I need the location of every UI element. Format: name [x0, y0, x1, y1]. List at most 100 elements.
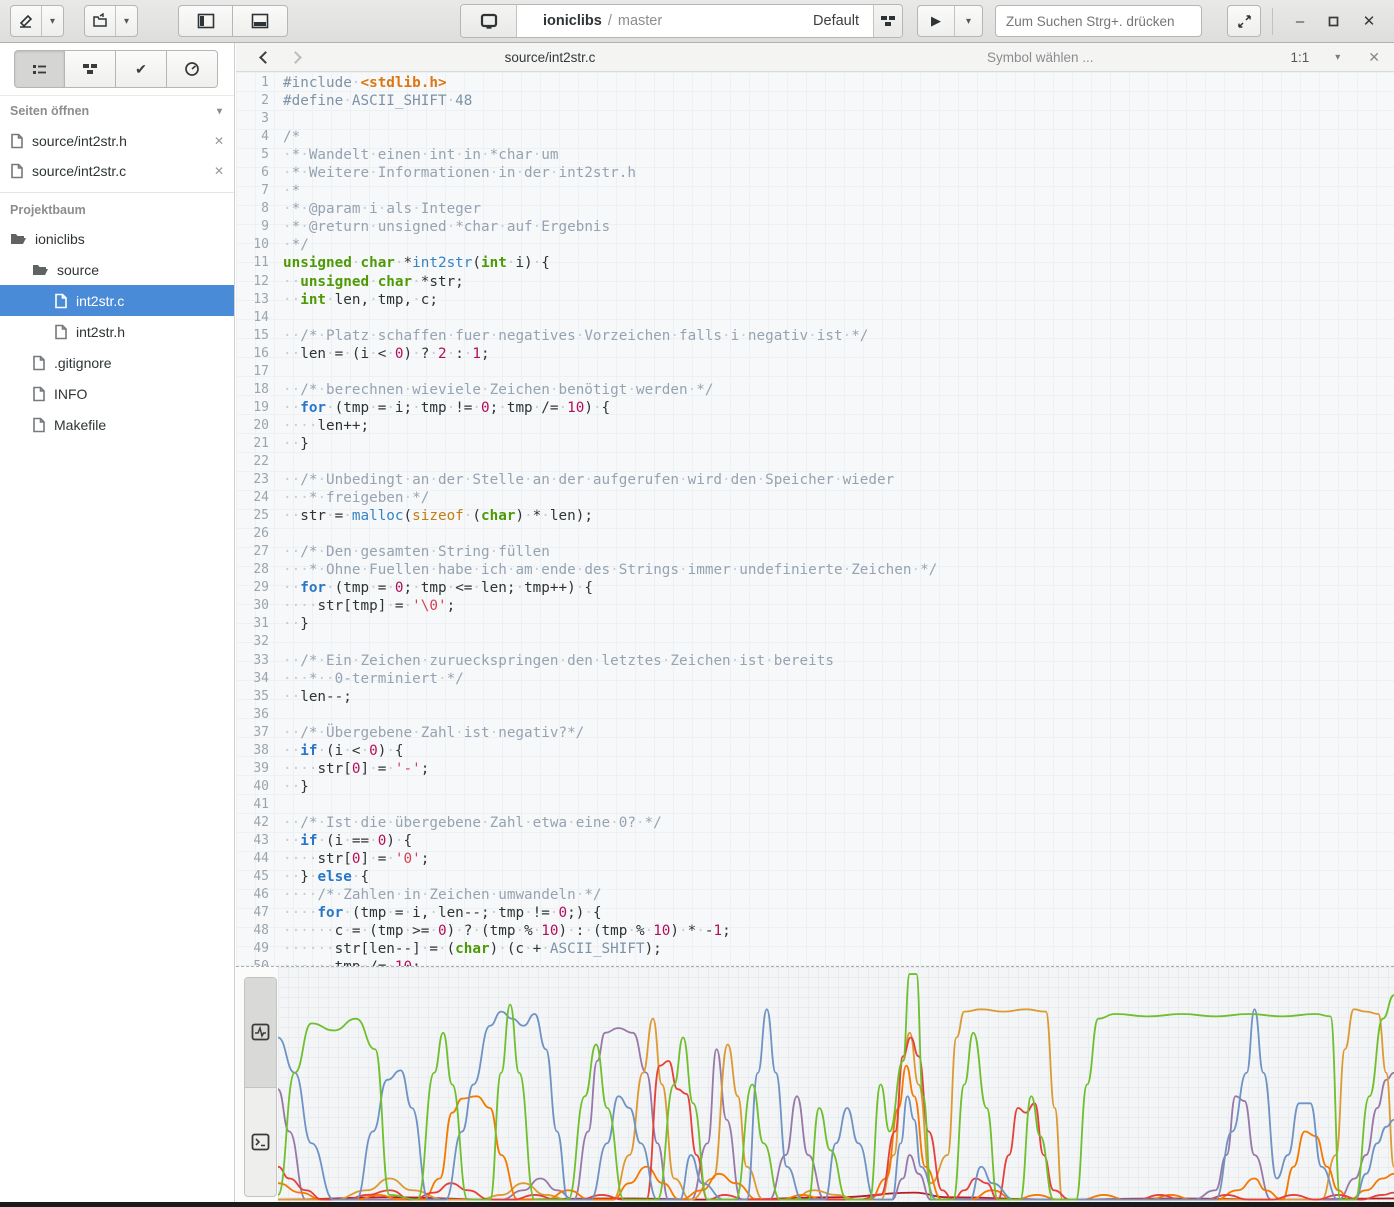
- window-maximize-button[interactable]: [1316, 5, 1350, 37]
- open-pages-header[interactable]: Seiten öffnen ▾: [0, 96, 234, 126]
- code-line: 50······tmp·/=·10;: [236, 958, 1394, 966]
- line-number: 6: [236, 164, 274, 182]
- code-line: 39····str[0]·=·'-';: [236, 760, 1394, 778]
- sidebar-tab-build[interactable]: [65, 50, 116, 88]
- line-number: 32: [236, 633, 274, 651]
- code-line: 35··len--;: [236, 688, 1394, 706]
- line-number: 25: [236, 507, 274, 525]
- project-tree: ioniclibs source int2str.c int2str.h .gitign…: [0, 223, 234, 440]
- chevron-down-icon: ▾: [50, 16, 55, 27]
- symbol-picker-button[interactable]: Symbol wählen ...: [790, 50, 1290, 65]
- cursor-position: 1:1: [1290, 50, 1309, 65]
- line-number: 37: [236, 724, 274, 742]
- toggle-bottom-panel-button[interactable]: [233, 5, 288, 37]
- line-number: 1: [236, 74, 274, 92]
- code-line: 24···*·freigeben·*/: [236, 489, 1394, 507]
- tab-cpu-graph[interactable]: [245, 978, 276, 1088]
- toggle-left-panel-button[interactable]: [178, 5, 233, 37]
- tree-item-info[interactable]: INFO: [0, 378, 234, 409]
- code-line: 1#include·<stdlib.h>: [236, 74, 1394, 92]
- line-number: 13: [236, 291, 274, 309]
- code-line: 32: [236, 633, 1394, 651]
- nav-forward-button[interactable]: [280, 53, 310, 62]
- code-line: 21··}: [236, 435, 1394, 453]
- tree-item-makefile[interactable]: Makefile: [0, 409, 234, 440]
- line-number: 23: [236, 471, 274, 489]
- sidebar-tab-strip: ✔: [0, 43, 234, 96]
- code-line: 44····str[0]·=·'0';: [236, 850, 1394, 868]
- code-line: 22: [236, 453, 1394, 471]
- tree-item-int2str-c[interactable]: int2str.c: [0, 285, 234, 316]
- sidebar-separator: [0, 192, 234, 193]
- cpu-graph-icon: [251, 1023, 270, 1041]
- tree-item-int2str-h[interactable]: int2str.h: [0, 316, 234, 347]
- code-line: 23··/*·Unbedingt·an·der·Stelle·an·der·au…: [236, 471, 1394, 489]
- close-x-icon[interactable]: ✕: [204, 134, 234, 148]
- code-line: 49······str[len--]·=·(char)·(c·+·ASCII_S…: [236, 940, 1394, 958]
- display-icon: [480, 13, 498, 30]
- tree-item--gitignore[interactable]: .gitignore: [0, 347, 234, 378]
- open-pages-header-label: Seiten öffnen: [10, 104, 89, 118]
- project-display-button[interactable]: [461, 5, 517, 37]
- editor-options-button[interactable]: ▾: [1335, 52, 1340, 63]
- line-number: 36: [236, 706, 274, 724]
- fullscreen-button[interactable]: [1227, 5, 1261, 37]
- open-pages-list: source/int2str.h✕source/int2str.c✕: [0, 126, 234, 186]
- open-document-icon: [92, 13, 108, 29]
- open-document-button[interactable]: ▾: [84, 5, 138, 37]
- line-number: 34: [236, 670, 274, 688]
- code-line: 40··}: [236, 778, 1394, 796]
- tree-item-source[interactable]: source: [0, 254, 234, 285]
- code-line: 41: [236, 796, 1394, 814]
- line-number: 27: [236, 543, 274, 561]
- line-number: 48: [236, 922, 274, 940]
- line-number: 15: [236, 327, 274, 345]
- code-line: 43··if·(i·==·0)·{: [236, 832, 1394, 850]
- window-close-button[interactable]: ✕: [1352, 5, 1386, 37]
- line-number: 19: [236, 399, 274, 417]
- sidebar-tab-profiler[interactable]: [167, 50, 218, 88]
- nav-back-button[interactable]: [250, 53, 280, 62]
- line-number: 2: [236, 92, 274, 110]
- sidebar-tab-pages[interactable]: [14, 50, 65, 88]
- left-sidebar: ✔ Seiten öffnen ▾ source/int2str.h✕sourc…: [0, 43, 235, 1202]
- cpu-series-red: [278, 1038, 1394, 1200]
- line-number: 28: [236, 561, 274, 579]
- editor-close-button[interactable]: ✕: [1368, 49, 1380, 66]
- line-number: 24: [236, 489, 274, 507]
- build-button[interactable]: [873, 5, 902, 37]
- file-icon: [54, 324, 68, 340]
- line-number: 44: [236, 850, 274, 868]
- code-editor[interactable]: 1#include·<stdlib.h>2#define·ASCII_SHIFT…: [236, 72, 1394, 966]
- line-number: 18: [236, 381, 274, 399]
- line-number: 31: [236, 615, 274, 633]
- global-search-input[interactable]: [995, 5, 1202, 37]
- code-line: 45··}·else·{: [236, 868, 1394, 886]
- window-minimize-button[interactable]: –: [1283, 5, 1317, 37]
- tree-item-label: int2str.h: [76, 324, 125, 340]
- edit-mode-button[interactable]: ▾: [10, 5, 64, 37]
- project-tree-header: Projektbaum: [0, 197, 234, 223]
- line-number: 42: [236, 814, 274, 832]
- line-number: 49: [236, 940, 274, 958]
- code-line: 46····/*·Zahlen·in·Zeichen·umwandeln·*/: [236, 886, 1394, 904]
- omnibar[interactable]: ioniclibs / master Default: [460, 4, 903, 38]
- code-line: 30····str[tmp]·=·'\0';: [236, 597, 1394, 615]
- tab-terminal[interactable]: [245, 1088, 276, 1197]
- sidebar-tab-tests[interactable]: ✔: [116, 50, 167, 88]
- toolbar-separator: [1272, 8, 1273, 35]
- line-number: 8: [236, 200, 274, 218]
- code-line: 12··unsigned·char·*str;: [236, 273, 1394, 291]
- open-page-item[interactable]: source/int2str.c✕: [0, 156, 234, 186]
- run-button-group[interactable]: ▶ ▾: [917, 5, 983, 37]
- open-page-item[interactable]: source/int2str.h✕: [0, 126, 234, 156]
- run-icon: ▶: [931, 13, 941, 29]
- code-line: 18··/*·berechnen·wieviele·Zeichen·benöti…: [236, 381, 1394, 399]
- tree-item-ioniclibs[interactable]: ioniclibs: [0, 223, 234, 254]
- file-icon: [10, 163, 24, 179]
- tree-item-label: source: [57, 262, 99, 278]
- line-number: 21: [236, 435, 274, 453]
- cpu-series-green: [278, 974, 1394, 1200]
- code-line: 37··/*·Übergebene·Zahl·ist·negativ?*/: [236, 724, 1394, 742]
- close-x-icon[interactable]: ✕: [204, 164, 234, 178]
